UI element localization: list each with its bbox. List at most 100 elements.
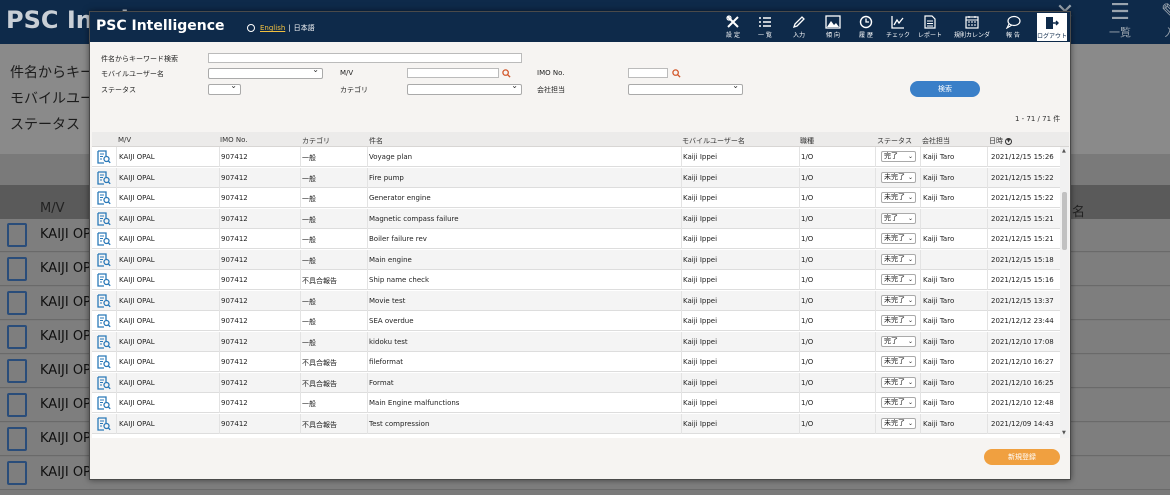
nav-input[interactable]: 入力: [788, 12, 810, 42]
column-divider: [920, 372, 921, 393]
table-row[interactable]: KAIJI OPAL 907412 一般 Movie test Kaiji Ippei 1…: [92, 290, 1060, 311]
col-header-mobile-user[interactable]: モバイルユーザー名: [682, 136, 745, 146]
document-search-icon[interactable]: [97, 416, 111, 431]
lang-japanese-link[interactable]: 日本語: [294, 23, 315, 33]
company-select[interactable]: [628, 81, 743, 95]
nav-check[interactable]: チェック: [884, 12, 912, 42]
status-dropdown[interactable]: 未完了 ⌄: [881, 233, 916, 244]
nav-logout[interactable]: ログアウト: [1036, 12, 1068, 42]
column-divider: [367, 270, 368, 290]
table-row[interactable]: KAIJI OPAL 907412 不具合報告 Test compression Kai…: [92, 413, 1060, 434]
table-row[interactable]: KAIJI OPAL 907412 不具合報告 Format Kaiji Ippei 1/…: [92, 372, 1060, 393]
sort-desc-icon[interactable]: ▼: [1005, 137, 1012, 145]
scroll-down-icon[interactable]: ▼: [1062, 430, 1066, 436]
cell-job: 1/O: [801, 214, 814, 223]
column-divider: [920, 147, 921, 167]
mobile-user-select[interactable]: [208, 65, 323, 79]
cell-mv: KAIJI OPAL: [119, 153, 155, 161]
table-row[interactable]: KAIJI OPAL 907412 一般 Fire pump Kaiji Ippei 1/…: [92, 167, 1060, 188]
status-dropdown[interactable]: 完了 ⌄: [881, 212, 916, 224]
background-row-text: KAIJI OP: [40, 261, 91, 276]
status-dropdown[interactable]: 未完了 ⌄: [881, 356, 916, 367]
document-search-icon[interactable]: [97, 232, 111, 246]
table-row[interactable]: KAIJI OPAL 907412 一般 Main engine Kaiji Ippei…: [92, 249, 1060, 270]
col-header-category[interactable]: カテゴリ: [302, 136, 330, 146]
mv-search-icon[interactable]: [502, 69, 511, 78]
table-row[interactable]: KAIJI OPAL 907412 一般 Magnetic compass failu…: [92, 208, 1060, 229]
new-registration-button[interactable]: 新規登録: [984, 449, 1060, 465]
column-divider: [875, 167, 876, 188]
column-divider: [987, 331, 988, 352]
table-row[interactable]: KAIJI OPAL 907412 一般 Boiler failure rev Kaij…: [92, 229, 1060, 249]
cell-mobile-user: Kaiji Ippei: [683, 235, 718, 243]
col-header-status[interactable]: ステータス: [877, 136, 912, 146]
document-search-icon[interactable]: [97, 211, 111, 226]
search-button[interactable]: 検索: [910, 81, 980, 97]
mv-input[interactable]: [407, 68, 499, 78]
chevron-down-icon: ⌄: [907, 214, 913, 222]
status-dropdown[interactable]: 未完了 ⌄: [881, 417, 916, 429]
keyword-search-input[interactable]: [208, 53, 522, 63]
category-select[interactable]: [407, 81, 522, 95]
scroll-up-icon[interactable]: ▲: [1062, 148, 1066, 154]
status-dropdown[interactable]: 未完了 ⌄: [881, 274, 916, 285]
nav-history[interactable]: 履 歴: [855, 12, 877, 42]
col-header-mv[interactable]: M/V: [118, 136, 131, 144]
status-select[interactable]: [208, 81, 241, 95]
table-scrollbar[interactable]: ▲ ▼: [1060, 147, 1069, 438]
calendar-icon: [965, 16, 979, 29]
column-divider: [987, 208, 988, 229]
col-header-job[interactable]: 職種: [800, 136, 814, 146]
table-row[interactable]: KAIJI OPAL 907412 不具合報告 Ship name check Kaij…: [92, 270, 1060, 290]
document-search-icon[interactable]: [97, 355, 111, 369]
document-search-icon[interactable]: [97, 273, 111, 287]
nav-report-chat[interactable]: 報 告: [1002, 12, 1024, 42]
col-header-company[interactable]: 会社担当: [922, 136, 950, 146]
status-dropdown[interactable]: 未完了 ⌄: [881, 171, 916, 183]
document-search-icon[interactable]: [97, 191, 111, 205]
cell-mobile-user: Kaiji Ippei: [683, 173, 718, 182]
document-search-icon[interactable]: [97, 396, 111, 410]
table-row[interactable]: KAIJI OPAL 907412 不具合報告 fileformat Kaiji Ipp…: [92, 352, 1060, 372]
document-search-icon[interactable]: [97, 314, 111, 328]
table-row[interactable]: KAIJI OPAL 907412 一般 Main Engine malfunctio…: [92, 393, 1060, 413]
table-row[interactable]: KAIJI OPAL 907412 一般 Generator engine Kaiji …: [92, 188, 1060, 208]
table-row[interactable]: KAIJI OPAL 907412 一般 kidoku test Kaiji Ippei…: [92, 331, 1060, 352]
status-dropdown[interactable]: 完了 ⌄: [881, 151, 916, 162]
status-dropdown[interactable]: 完了 ⌄: [881, 335, 916, 347]
imo-input[interactable]: [628, 68, 668, 78]
table-row[interactable]: KAIJI OPAL 907412 一般 SEA overdue Kaiji Ippei…: [92, 311, 1060, 331]
imo-search-icon[interactable]: [672, 69, 681, 78]
status-dropdown[interactable]: 未完了 ⌄: [881, 376, 916, 388]
column-divider: [367, 229, 368, 249]
nav-list[interactable]: 一 覧: [754, 12, 776, 42]
document-search-icon[interactable]: [97, 252, 111, 267]
document-search-icon[interactable]: [97, 334, 111, 349]
col-header-imo[interactable]: IMO No.: [220, 136, 247, 144]
cell-mobile-user: Kaiji Ippei: [683, 419, 718, 428]
document-search-icon[interactable]: [97, 150, 111, 164]
status-dropdown[interactable]: 未完了 ⌄: [881, 192, 916, 203]
nav-regulation-calendar[interactable]: 規則カレンダ: [950, 12, 994, 42]
lang-english-link[interactable]: English: [260, 24, 285, 32]
document-search-icon[interactable]: [97, 170, 111, 185]
scrollbar-thumb[interactable]: [1062, 192, 1067, 250]
cell-company: Kaiji Taro: [923, 235, 955, 243]
column-divider: [219, 167, 220, 188]
cell-mv: KAIJI OPAL: [119, 194, 155, 202]
status-dropdown[interactable]: 未完了 ⌄: [881, 315, 916, 326]
nav-report[interactable]: レポート: [916, 12, 944, 42]
nav-trend[interactable]: 傾 向: [822, 12, 844, 42]
col-header-subject[interactable]: 件名: [369, 136, 383, 146]
status-value: 完了: [884, 336, 898, 345]
column-divider: [219, 290, 220, 311]
column-divider: [116, 167, 117, 188]
status-dropdown[interactable]: 未完了 ⌄: [881, 294, 916, 306]
col-header-date[interactable]: 日時 ▼: [989, 136, 1012, 146]
status-dropdown[interactable]: 未完了 ⌄: [881, 397, 916, 408]
nav-settings[interactable]: 設 定: [722, 12, 744, 42]
document-search-icon[interactable]: [97, 293, 111, 308]
table-row[interactable]: KAIJI OPAL 907412 一般 Voyage plan Kaiji Ippei…: [92, 147, 1060, 167]
status-dropdown[interactable]: 未完了 ⌄: [881, 253, 916, 265]
document-search-icon[interactable]: [97, 375, 111, 390]
